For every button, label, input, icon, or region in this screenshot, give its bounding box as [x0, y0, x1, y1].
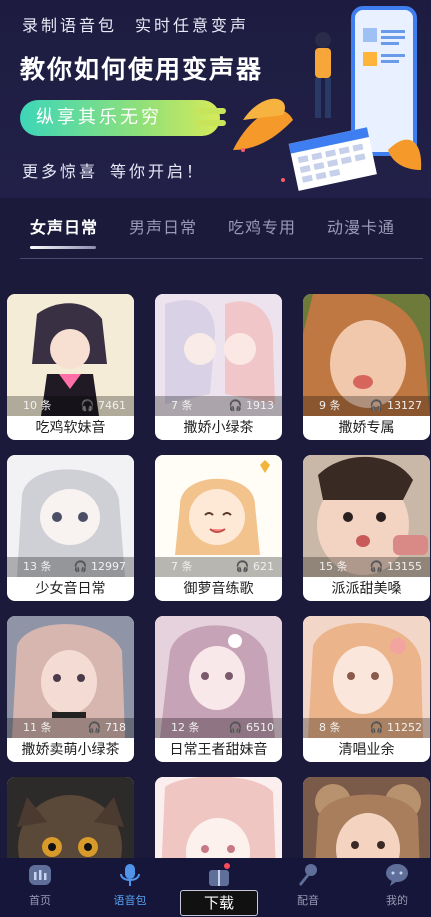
home-icon	[27, 862, 53, 888]
nav-home[interactable]: 首页	[10, 862, 70, 908]
bottom-nav: 首页 语音包 配音 我的 下载	[0, 858, 431, 917]
dub-mic-icon	[295, 862, 321, 888]
banner-footer: 更多惊喜 等你开启！	[22, 158, 205, 182]
voice-pack-grid: 10 条 🎧 7461 吃鸡软妹音 7 条 🎧 1913 撒娇小绿茶 9 条 🎧 13…	[0, 278, 431, 858]
card-name: 撒娇卖萌小绿茶	[21, 742, 120, 758]
card-plays: 🎧 6510	[228, 721, 274, 734]
card-meta: 11 条 🎧 718	[7, 718, 134, 738]
card-name: 派派甜美嗓	[331, 581, 402, 597]
card-plays: 🎧 12997	[73, 560, 126, 573]
nav-mine[interactable]: 我的	[367, 862, 427, 908]
nav-dub-label: 配音	[297, 894, 319, 907]
card-name: 御萝音练歌	[183, 581, 254, 597]
tab-female-daily[interactable]: 女声日常	[30, 214, 98, 238]
category-tabs: 女声日常 男声日常 吃鸡专用 动漫卡通	[0, 198, 431, 262]
promo-banner[interactable]: 录制语音包 实时任意变声 教你如何使用变声器 纵享其乐无穷 更多惊喜 等你开启！	[0, 0, 431, 198]
voice-pack-card[interactable]: 10 条 🎧 7461 吃鸡软妹音	[7, 294, 134, 440]
card-plays: 🎧 718	[87, 721, 126, 734]
card-name: 撒娇小绿茶	[183, 420, 254, 436]
card-plays: 🎧 13127	[369, 399, 422, 412]
card-count: 15 条	[319, 560, 348, 573]
voice-pack-card[interactable]: 12 条 🎧 6510 日常王者甜妹音	[155, 616, 282, 762]
tabs-divider	[20, 258, 423, 259]
card-plays: 🎧 7461	[80, 399, 126, 412]
card-plays-value: 1913	[246, 399, 274, 412]
voice-pack-card[interactable]: 11 条 🎧 718 撒娇卖萌小绿茶	[7, 616, 134, 762]
card-name: 少女音日常	[35, 581, 106, 597]
nav-center[interactable]	[189, 862, 249, 892]
card-plays: 🎧 1913	[228, 399, 274, 412]
gift-icon	[206, 862, 232, 888]
card-count: 12 条	[171, 721, 200, 734]
nav-mine-label: 我的	[386, 894, 408, 907]
nav-voicepack[interactable]: 语音包	[100, 862, 160, 908]
voice-pack-card[interactable]: 13 条 🎧 12997 少女音日常	[7, 455, 134, 601]
card-plays-value: 12997	[91, 560, 126, 573]
microphone-icon	[117, 862, 143, 888]
card-meta: 7 条 🎧 621	[155, 557, 282, 577]
voice-pack-card[interactable]	[7, 777, 134, 858]
card-plays-value: 718	[105, 721, 126, 734]
card-name: 撒娇专属	[338, 420, 395, 436]
banner-text-surprise: 更多惊喜	[22, 162, 99, 181]
card-count: 10 条	[23, 399, 52, 412]
nav-home-label: 首页	[29, 894, 51, 907]
tab-pubg[interactable]: 吃鸡专用	[228, 214, 296, 238]
banner-pill: 纵享其乐无穷	[20, 100, 226, 136]
banner-illustration	[233, 6, 422, 191]
nav-dub[interactable]: 配音	[278, 862, 338, 908]
voice-pack-card[interactable]	[303, 777, 430, 858]
card-thumbnail	[155, 777, 282, 858]
card-thumbnail	[303, 777, 430, 858]
nav-voicepack-label: 语音包	[113, 894, 147, 907]
card-count: 11 条	[23, 721, 52, 734]
card-thumbnail	[7, 777, 134, 858]
card-count: 9 条	[319, 399, 341, 412]
profile-icon	[384, 862, 410, 888]
card-name: 清唱业余	[338, 742, 395, 758]
card-plays: 🎧 11252	[369, 721, 422, 734]
card-meta: 15 条 🎧 13155	[303, 557, 430, 577]
card-meta: 7 条 🎧 1913	[155, 396, 282, 416]
card-plays-value: 13155	[387, 560, 422, 573]
voice-pack-card[interactable]: 7 条 🎧 1913 撒娇小绿茶	[155, 294, 282, 440]
voice-pack-card[interactable]	[155, 777, 282, 858]
card-meta: 13 条 🎧 12997	[7, 557, 134, 577]
card-name: 吃鸡软妹音	[35, 420, 106, 436]
card-plays-value: 13127	[387, 399, 422, 412]
card-plays: 🎧 13155	[369, 560, 422, 573]
card-plays: 🎧 621	[235, 560, 274, 573]
voice-pack-card[interactable]: 8 条 🎧 11252 清唱业余	[303, 616, 430, 762]
tab-indicator	[30, 246, 96, 249]
card-plays-value: 6510	[246, 721, 274, 734]
card-count: 13 条	[23, 560, 52, 573]
tab-anime[interactable]: 动漫卡通	[327, 214, 395, 238]
card-meta: 12 条 🎧 6510	[155, 718, 282, 738]
card-count: 7 条	[171, 399, 193, 412]
banner-text-record: 录制语音包	[22, 16, 118, 35]
card-meta: 8 条 🎧 11252	[303, 718, 430, 738]
card-plays-value: 621	[253, 560, 274, 573]
voice-pack-card[interactable]: 7 条 🎧 621 御萝音练歌	[155, 455, 282, 601]
download-button[interactable]: 下载	[180, 890, 258, 916]
card-plays-value: 7461	[98, 399, 126, 412]
card-meta: 10 条 🎧 7461	[7, 396, 134, 416]
banner-text-open: 等你开启！	[110, 162, 206, 181]
card-count: 8 条	[319, 721, 341, 734]
card-count: 7 条	[171, 560, 193, 573]
card-name: 日常王者甜妹音	[169, 742, 268, 758]
banner-subtitle: 录制语音包 实时任意变声	[22, 12, 249, 36]
card-meta: 9 条 🎧 13127	[303, 396, 430, 416]
voice-pack-card[interactable]: 9 条 🎧 13127 撒娇专属	[303, 294, 430, 440]
tab-male-daily[interactable]: 男声日常	[129, 214, 197, 238]
card-plays-value: 11252	[387, 721, 422, 734]
voice-pack-card[interactable]: 15 条 🎧 13155 派派甜美嗓	[303, 455, 430, 601]
